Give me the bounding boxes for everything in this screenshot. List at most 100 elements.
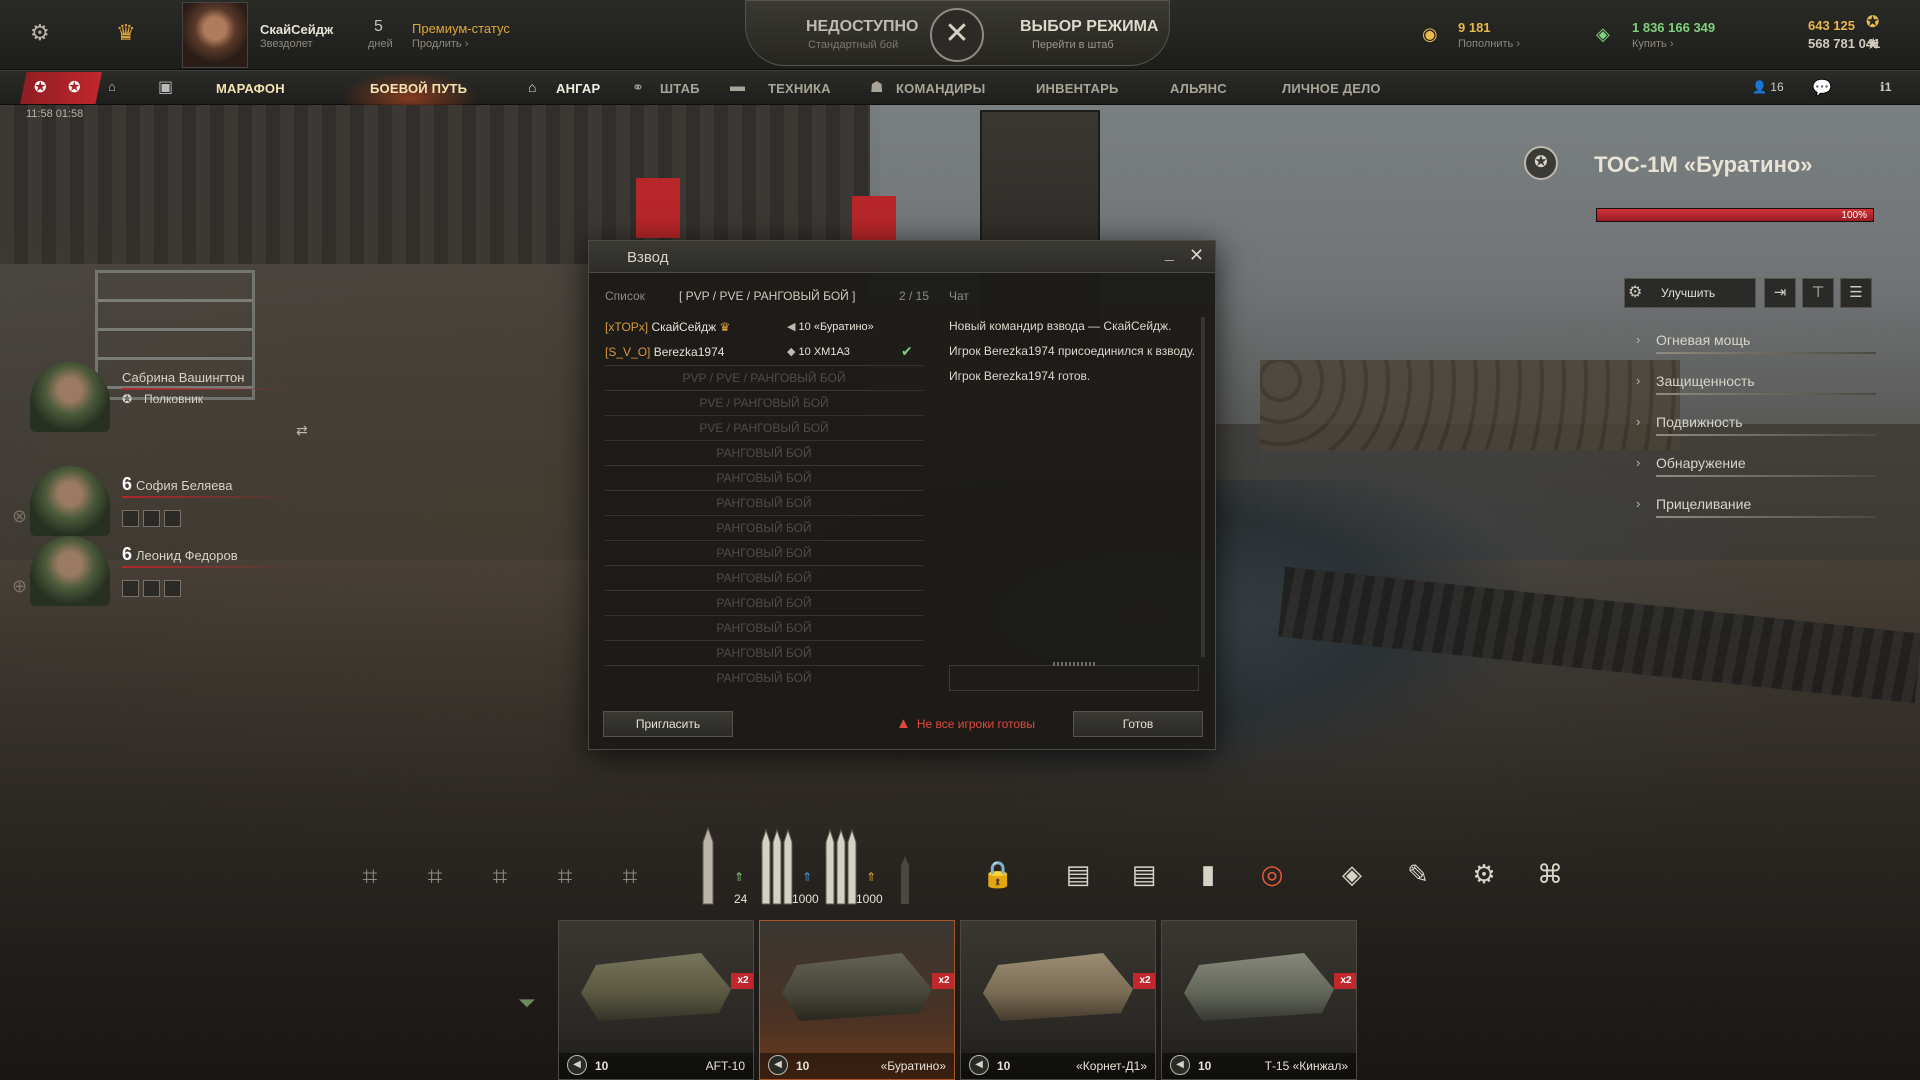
empty-consumable-slot-icon[interactable]: ⌗ bbox=[612, 858, 648, 894]
mode-select-button[interactable]: ВЫБОР РЕЖИМА bbox=[1020, 18, 1158, 36]
filter-icon[interactable]: ⏷ bbox=[518, 990, 536, 1016]
driver-role-icon: ⊕ bbox=[12, 576, 28, 596]
empty-slot[interactable]: РАНГОВЫЙ БОЙ bbox=[605, 640, 923, 665]
empty-consumable-slot-icon[interactable]: ⌗ bbox=[417, 858, 453, 894]
empty-slot[interactable]: РАНГОВЫЙ БОЙ bbox=[605, 590, 923, 615]
nav-inventory[interactable]: ИНВЕНТАРЬ bbox=[1036, 81, 1119, 96]
stat-detection[interactable]: › Обнаружение bbox=[1636, 449, 1876, 479]
shell-stack-icon[interactable] bbox=[820, 826, 858, 908]
hammer-icon[interactable]: ⊤ bbox=[1802, 278, 1834, 308]
vehicle-tier: 10 bbox=[1198, 1059, 1212, 1073]
empty-slot[interactable]: PVE / РАНГОВЫЙ БОЙ bbox=[605, 415, 923, 440]
exit-icon[interactable]: ⇥ bbox=[1764, 278, 1796, 308]
stat-protection[interactable]: › Защищенность bbox=[1636, 367, 1876, 397]
lock-icon[interactable]: ⌂ bbox=[108, 79, 116, 94]
nav-battle-path[interactable]: БОЕВОЙ ПУТЬ bbox=[370, 81, 467, 96]
empty-slot[interactable]: РАНГОВЫЙ БОЙ bbox=[605, 665, 923, 690]
minimize-icon[interactable]: _ bbox=[1165, 245, 1174, 263]
skill-slots[interactable] bbox=[122, 580, 185, 602]
empty-slot[interactable]: РАНГОВЫЙ БОЙ bbox=[605, 515, 923, 540]
shell-stack-icon[interactable] bbox=[756, 826, 794, 908]
vehicle-progress-fill bbox=[1597, 209, 1873, 221]
carousel-vehicle-card[interactable]: x2 ◀ 10 Т-15 «Кинжал» bbox=[1161, 920, 1357, 1080]
equipment-box-icon[interactable]: ▤ bbox=[1124, 854, 1164, 894]
crew-card-driver[interactable]: 6 Леонид Федоров bbox=[30, 536, 292, 606]
empty-slot[interactable]: PVE / РАНГОВЫЙ БОЙ bbox=[605, 390, 923, 415]
equipment-box-icon[interactable]: ▤ bbox=[1058, 854, 1098, 894]
empty-slot[interactable]: РАНГОВЫЙ БОЙ bbox=[605, 615, 923, 640]
shield-module-icon[interactable]: ◈ bbox=[1332, 854, 1372, 894]
stat-firepower[interactable]: › Огневая мощь bbox=[1636, 326, 1876, 356]
stat-aiming[interactable]: › Прицеливание bbox=[1636, 490, 1876, 520]
crew-card-commander[interactable]: Сабрина Вашингтон Полковник ✪ ⇄ bbox=[30, 362, 308, 438]
engine-gear-icon[interactable]: ⚙ bbox=[1464, 854, 1504, 894]
storage-icon[interactable]: ▣ bbox=[158, 77, 173, 97]
ready-button[interactable]: Готов bbox=[1073, 711, 1203, 737]
crossed-swords-icon[interactable]: ✕ bbox=[930, 8, 984, 62]
nav-vehicles[interactable]: ТЕХНИКА bbox=[768, 81, 831, 96]
premium-status[interactable]: Премиум-статус bbox=[412, 21, 510, 36]
credits-amount: 1 836 166 349 bbox=[1632, 20, 1716, 35]
empty-consumable-slot-icon[interactable]: ⌗ bbox=[482, 858, 518, 894]
empty-slot[interactable]: РАНГОВЫЙ БОЙ bbox=[605, 565, 923, 590]
empty-slot[interactable]: РАНГОВЫЙ БОЙ bbox=[605, 440, 923, 465]
padlock-icon[interactable]: 🔒 bbox=[978, 854, 1018, 894]
gold-topup-link[interactable]: Пополнить › bbox=[1458, 38, 1520, 50]
tab-list[interactable]: Список bbox=[605, 289, 645, 303]
rocket-icon[interactable] bbox=[700, 826, 716, 908]
tab-chat[interactable]: Чат bbox=[949, 289, 969, 303]
empty-slot[interactable]: РАНГОВЫЙ БОЙ bbox=[605, 465, 923, 490]
empty-slot[interactable]: PVP / PVE / РАНГОВЫЙ БОЙ bbox=[605, 365, 923, 390]
premium-extend-link[interactable]: Продлить › bbox=[412, 38, 468, 50]
empty-consumable-slot-icon[interactable]: ⌗ bbox=[547, 858, 583, 894]
player-name[interactable]: СкайСейдж bbox=[260, 22, 333, 37]
skill-slots[interactable] bbox=[122, 510, 185, 532]
close-icon[interactable]: ✕ bbox=[1189, 245, 1204, 266]
stat-mobility[interactable]: › Подвижность bbox=[1636, 408, 1876, 438]
syringe-icon[interactable]: ✎ bbox=[1398, 854, 1438, 894]
commander-crown-icon: ♛ bbox=[719, 320, 731, 334]
nav-hangar[interactable]: АНГАР bbox=[556, 81, 600, 96]
chat-input[interactable] bbox=[949, 662, 1199, 691]
empty-slot[interactable]: РАНГОВЫЙ БОЙ bbox=[605, 540, 923, 565]
empty-shell-slot-icon[interactable] bbox=[898, 826, 912, 908]
chat-icon[interactable]: 💬 bbox=[1812, 78, 1832, 98]
member-row[interactable]: [S_V_O] Berezka1974 ◆ 10 XM1A3 ✔ bbox=[605, 340, 923, 364]
upgrade-button[interactable]: Улучшить bbox=[1624, 278, 1756, 308]
target-emblem-icon[interactable]: ◎ bbox=[1252, 854, 1292, 894]
carousel-vehicle-card[interactable]: x2 ◀ 10 AFT-10 bbox=[558, 920, 754, 1080]
friends-counter[interactable]: 👤 16 bbox=[1752, 80, 1784, 94]
rank-star-icon: ✪ bbox=[122, 392, 133, 406]
radar-module-icon[interactable]: ⌘ bbox=[1530, 854, 1570, 894]
empty-consumable-slot-icon[interactable]: ⌗ bbox=[352, 858, 388, 894]
nav-marathon[interactable]: МАРАФОН bbox=[216, 81, 285, 96]
premium-crown-icon[interactable]: ♛ bbox=[116, 20, 136, 46]
mode-filter[interactable]: [ PVP / PVE / РАНГОВЫЙ БОЙ ] bbox=[679, 289, 855, 303]
upgrade-icon: ⚙ bbox=[1628, 284, 1643, 301]
notifications-counter[interactable]: ℹ1 bbox=[1880, 80, 1892, 94]
nav-alliance[interactable]: АЛЬЯНС bbox=[1170, 81, 1227, 96]
battle-button-unavailable[interactable]: НЕДОСТУПНО bbox=[806, 18, 918, 36]
carousel-vehicle-card-selected[interactable]: x2 ◀ 10 «Буратино» bbox=[759, 920, 955, 1080]
list-icon[interactable]: ☰ bbox=[1840, 278, 1872, 308]
swap-crew-icon[interactable]: ⇄ bbox=[296, 422, 308, 439]
fuel-canister-icon[interactable]: ▮ bbox=[1188, 854, 1228, 894]
dialog-header[interactable] bbox=[589, 241, 1215, 273]
carousel-vehicle-card[interactable]: x2 ◀ 10 «Корнет-Д1» bbox=[960, 920, 1156, 1080]
xp-multiplier-badge: x2 bbox=[932, 973, 954, 989]
settings-gear-icon[interactable]: ⚙ bbox=[30, 20, 50, 46]
event-icon[interactable]: ✪ bbox=[34, 78, 47, 96]
nav-personal-file[interactable]: ЛИЧНОЕ ДЕЛО bbox=[1282, 81, 1381, 96]
credits-buy-link[interactable]: Купить › bbox=[1632, 38, 1674, 50]
chat-scrollbar[interactable] bbox=[1201, 317, 1205, 657]
nav-commanders[interactable]: КОМАНДИРЫ bbox=[896, 81, 985, 96]
event-icon[interactable]: ✪ bbox=[68, 78, 81, 96]
empty-slot[interactable]: РАНГОВЫЙ БОЙ bbox=[605, 490, 923, 515]
invite-button[interactable]: Пригласить bbox=[603, 711, 733, 737]
shell-count: 1000 bbox=[792, 892, 819, 906]
crew-card-gunner[interactable]: 6 София Беляева bbox=[30, 466, 292, 536]
member-row[interactable]: [xTOPx] СкайСейдж ♛ ◀ 10 «Буратино» bbox=[605, 315, 923, 339]
nav-headquarters[interactable]: ШТАБ bbox=[660, 81, 700, 96]
player-avatar[interactable] bbox=[182, 2, 248, 68]
upgrade-arrows-icon: ⇑ bbox=[802, 870, 813, 884]
